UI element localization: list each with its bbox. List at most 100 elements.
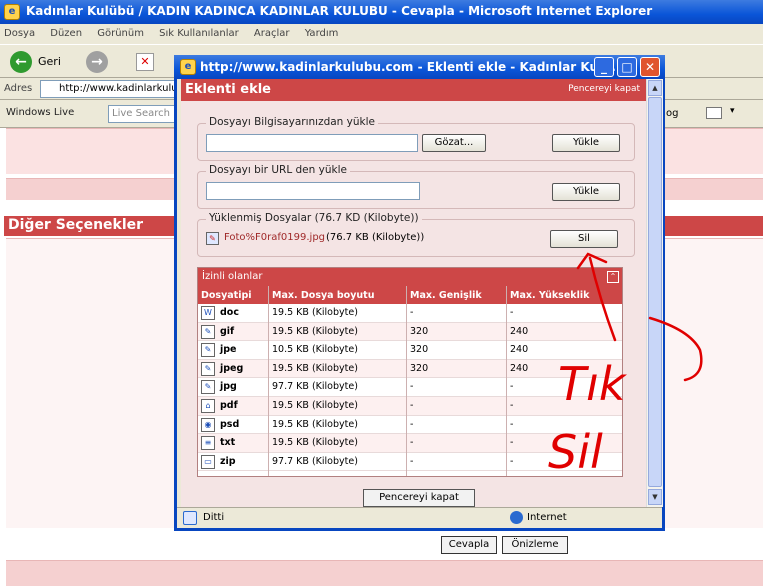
max-height: -	[510, 381, 514, 393]
preview-button[interactable]: Önizleme	[502, 536, 568, 554]
menu-yardim[interactable]: Yardım	[305, 28, 339, 39]
section-title: Diğer Seçenekler	[4, 216, 184, 236]
max-width: -	[410, 381, 414, 393]
max-size: 19.5 KB (Kilobyte)	[272, 325, 358, 337]
address-label: Adres	[4, 83, 33, 94]
max-width: -	[410, 455, 414, 467]
max-height: -	[510, 455, 514, 467]
menu-favorites[interactable]: Sık Kullanılanlar	[159, 28, 239, 39]
menu-araclar[interactable]: Araçlar	[254, 28, 290, 39]
table-row: ✎ jpeg 19.5 KB (Kilobyte) 320 240	[198, 359, 622, 379]
back-arrow-icon[interactable]: ←	[10, 51, 32, 73]
scroll-up-icon[interactable]: ▲	[648, 80, 662, 96]
table-row: ▭ zip 97.7 KB (Kilobyte) - -	[198, 453, 622, 472]
max-width: -	[410, 400, 414, 411]
max-size: 19.5 KB (Kilobyte)	[272, 437, 358, 449]
col-divider	[506, 286, 507, 476]
upload-url-button[interactable]: Yükle	[552, 183, 620, 201]
stop-icon[interactable]: ✕	[136, 53, 154, 71]
uploaded-file-link[interactable]: Foto%F0raf0199.jpg	[224, 232, 325, 243]
close-icon[interactable]: ✕	[640, 57, 660, 77]
psd-icon: ◉	[201, 417, 215, 432]
ie-window-title: Kadınlar Kulübü / KADIN KADINCA KADINLAR…	[26, 4, 653, 18]
file-type: jpeg	[220, 362, 244, 374]
upload-url-legend: Dosyayı bir URL den yükle	[206, 164, 350, 176]
table-row: ◉ psd 19.5 KB (Kilobyte) - -	[198, 416, 622, 435]
windows-live-brand[interactable]: Windows Live	[6, 107, 74, 118]
table-row: ✎ jpe 10.5 KB (Kilobyte) 320 240	[198, 341, 622, 360]
pdf-icon: ⌂	[201, 399, 215, 413]
ie-app-icon: e	[180, 59, 196, 75]
chevron-down-icon[interactable]: ▾	[730, 106, 735, 116]
scroll-down-icon[interactable]: ▼	[648, 489, 662, 505]
file-type: zip	[220, 455, 236, 467]
toolbar-right-text: og	[666, 108, 679, 119]
max-size: 19.5 KB (Kilobyte)	[272, 307, 358, 318]
file-type: jpe	[220, 344, 237, 356]
close-window-button[interactable]: Pencereyi kapat	[363, 489, 475, 507]
max-height: -	[510, 307, 514, 318]
col-divider	[406, 286, 407, 476]
popup-status-bar: Ditti Internet	[177, 507, 662, 528]
max-height: 240	[510, 362, 529, 374]
scroll-thumb[interactable]	[648, 97, 662, 487]
menu-gorunum[interactable]: Görünüm	[97, 28, 144, 39]
file-type: jpg	[220, 381, 237, 393]
menu-duzen[interactable]: Düzen	[50, 28, 82, 39]
page-menu-icon[interactable]	[706, 107, 722, 119]
allowed-types-columns: Dosyatipi Max. Dosya boyutu Max. Genişli…	[198, 286, 622, 304]
status-zone: Internet	[527, 512, 567, 523]
max-width: 320	[410, 325, 429, 337]
upload-local-fieldset: Dosyayı Bilgisayarınızdan yükle Gözat...…	[197, 116, 635, 161]
url-input[interactable]	[206, 182, 420, 200]
popup-window-title: http://www.kadinlarkulubu.com - Eklenti …	[200, 60, 616, 74]
popup-scrollbar[interactable]: ▲ ▼	[646, 79, 663, 507]
max-size: 97.7 KB (Kilobyte)	[272, 455, 358, 467]
upload-local-legend: Dosyayı Bilgisayarınızdan yükle	[206, 116, 379, 128]
max-size: 19.5 KB (Kilobyte)	[272, 400, 358, 411]
table-row: ✎ gif 19.5 KB (Kilobyte) 320 240	[198, 322, 622, 342]
popup-heading: Eklenti ekle	[185, 82, 271, 97]
upload-url-fieldset: Dosyayı bir URL den yükle Yükle	[197, 164, 635, 209]
max-size: 19.5 KB (Kilobyte)	[272, 418, 358, 430]
reply-button[interactable]: Cevapla	[441, 536, 497, 554]
uploaded-files-legend: Yüklenmiş Dosyalar (76.7 KD (Kilobyte))	[206, 212, 422, 224]
max-width: -	[410, 307, 414, 318]
max-size: 97.7 KB (Kilobyte)	[272, 381, 358, 393]
browse-button[interactable]: Gözat...	[422, 134, 486, 152]
max-width: -	[410, 418, 414, 430]
col-width: Max. Genişlik	[410, 290, 482, 301]
forward-arrow-icon[interactable]: →	[86, 51, 108, 73]
status-text: Ditti	[203, 512, 225, 523]
close-window-link[interactable]: Pencereyi kapat	[568, 84, 640, 94]
delete-button[interactable]: Sil	[550, 230, 618, 248]
max-height: 240	[510, 344, 529, 356]
uploaded-file-size: (76.7 KB (Kilobyte))	[326, 232, 425, 243]
table-row: ✎ jpg 97.7 KB (Kilobyte) - -	[198, 378, 622, 397]
upload-local-button[interactable]: Yükle	[552, 134, 620, 152]
image-icon: ✎	[201, 380, 215, 395]
menu-dosya[interactable]: Dosya	[4, 28, 35, 39]
max-height: -	[510, 400, 514, 411]
max-width: -	[410, 437, 414, 449]
live-search-input[interactable]: Live Search	[108, 105, 178, 123]
file-path-input[interactable]	[206, 134, 418, 152]
back-label[interactable]: Geri	[38, 55, 61, 68]
maximize-icon[interactable]: □	[617, 57, 637, 77]
file-type: gif	[220, 325, 235, 337]
col-type: Dosyatipi	[201, 290, 252, 301]
max-size: 19.5 KB (Kilobyte)	[272, 362, 358, 374]
col-divider	[268, 286, 269, 476]
popup-body: Eklenti ekle Pencereyi kapat Dosyayı Bil…	[181, 79, 646, 507]
allowed-types-panel: İzinli olanlar ⌃ Dosyatipi Max. Dosya bo…	[197, 267, 623, 477]
image-icon: ✎	[201, 324, 215, 339]
table-row: ⌂ pdf 19.5 KB (Kilobyte) - -	[198, 397, 622, 416]
address-input[interactable]: http://www.kadinlarkulu	[40, 80, 192, 98]
file-type: txt	[220, 437, 236, 449]
image-icon: ✎	[201, 343, 215, 358]
max-size: 10.5 KB (Kilobyte)	[272, 344, 358, 356]
minimize-icon[interactable]: _	[594, 57, 614, 77]
collapse-icon[interactable]: ⌃	[607, 271, 619, 283]
file-type: pdf	[220, 400, 238, 411]
popup-header: Eklenti ekle Pencereyi kapat	[181, 79, 646, 101]
